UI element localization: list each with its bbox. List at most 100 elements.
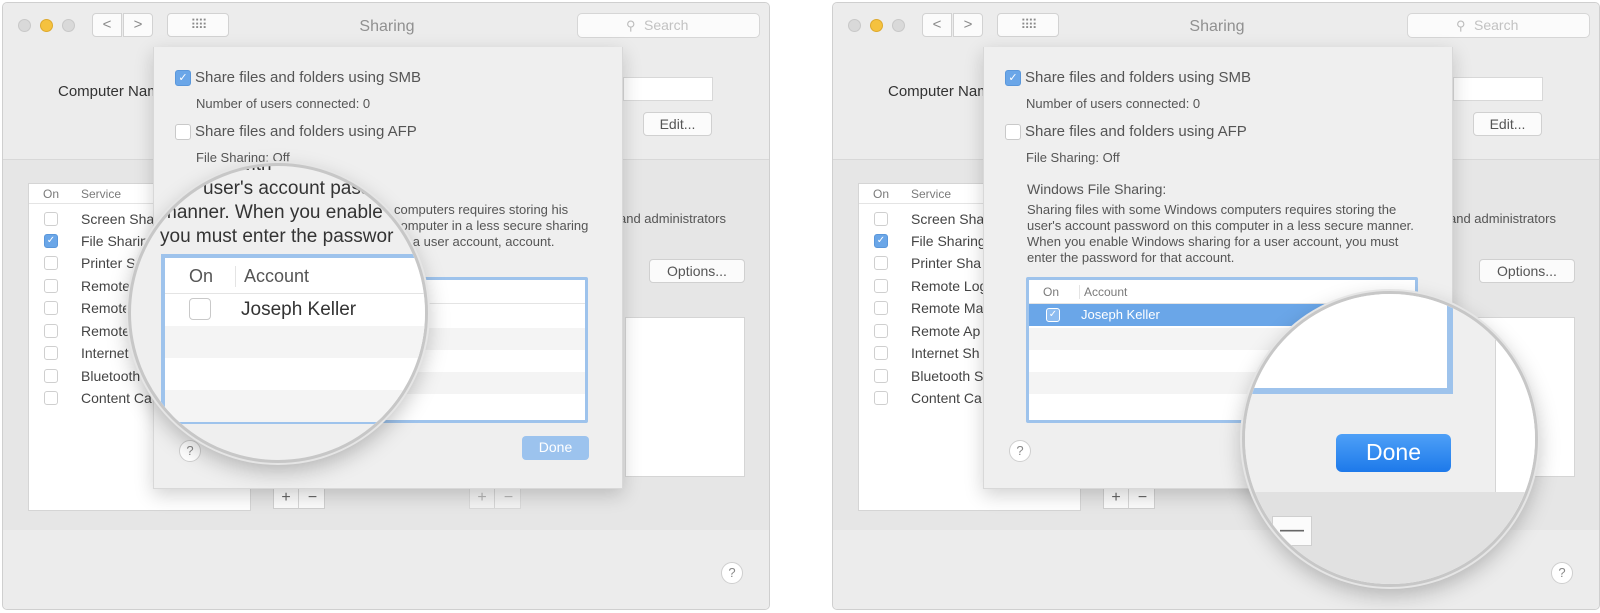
service-checkbox[interactable] (874, 301, 888, 315)
help-button[interactable]: ? (1551, 562, 1573, 584)
add-folder-button[interactable]: + (1104, 488, 1129, 508)
service-checkbox[interactable] (44, 391, 58, 405)
smb-checkbox[interactable]: ✓ (1005, 70, 1021, 86)
account-checkbox[interactable]: ✓ (1046, 308, 1060, 322)
user-add-remove: + − (469, 487, 521, 509)
afp-label: Share files and folders using AFP (1025, 123, 1247, 140)
service-checkbox[interactable] (874, 346, 888, 360)
service-checkbox[interactable] (44, 346, 58, 360)
options-button[interactable]: Options... (1479, 259, 1575, 283)
service-checkbox[interactable] (44, 369, 58, 383)
chevron-left-icon: < (932, 16, 942, 33)
service-checkbox[interactable] (874, 391, 888, 405)
close-window-button[interactable] (18, 19, 31, 32)
service-label: Remote (81, 323, 131, 339)
service-label: File Sharin (81, 233, 148, 249)
column-on: On (1043, 285, 1060, 299)
admin-text: and administrators (1449, 211, 1556, 226)
service-checkbox[interactable] (44, 256, 58, 270)
zoom-table-header: On Account (165, 258, 425, 294)
window-title: Sharing (1189, 18, 1245, 35)
search-icon: ⚲ (1456, 18, 1466, 33)
done-button[interactable]: Done (1336, 434, 1451, 472)
remove-folder-button[interactable]: − (1130, 488, 1155, 508)
afp-checkbox[interactable] (175, 124, 191, 140)
computer-name-field[interactable] (623, 77, 713, 101)
back-button[interactable]: < (92, 13, 122, 37)
service-checkbox[interactable]: ✓ (874, 234, 888, 248)
zoom-account-table: On Account Joseph Keller (161, 254, 425, 424)
afp-checkbox[interactable] (1005, 124, 1021, 140)
edit-button[interactable]: Edit... (1473, 112, 1542, 136)
service-checkbox[interactable] (874, 212, 888, 226)
service-checkbox[interactable] (44, 279, 58, 293)
minimize-window-button[interactable] (40, 19, 53, 32)
search-icon: ⚲ (626, 18, 636, 33)
sheet-help-button[interactable]: ? (179, 440, 201, 462)
search-field[interactable]: ⚲ Search (1407, 13, 1590, 38)
zoom-account-checkbox[interactable] (189, 298, 211, 320)
users-connected-text: Number of users connected: 0 (1026, 96, 1201, 111)
close-window-button[interactable] (848, 19, 861, 32)
computer-name-label: Computer Nam (58, 83, 160, 100)
service-label: Remote Log (911, 278, 988, 294)
service-label: Internet Sh (911, 345, 980, 361)
users-list (625, 317, 745, 477)
computer-name-field[interactable] (1453, 77, 1543, 101)
window-title: Sharing (359, 18, 415, 35)
minimize-window-button[interactable] (870, 19, 883, 32)
zoom-window-button[interactable] (62, 19, 75, 32)
column-service: Service (911, 187, 952, 201)
magnifier-callout: s with user's account pass manner. When … (128, 163, 428, 463)
show-all-button[interactable]: ⠿⠿ (997, 13, 1059, 37)
service-checkbox[interactable]: ✓ (44, 234, 58, 248)
options-button[interactable]: Options... (649, 259, 745, 283)
title-bar: < > ⠿⠿ Sharing ⚲ Search (833, 3, 1599, 47)
grid-icon: ⠿⠿ (1020, 17, 1037, 32)
zoom-window-button[interactable] (892, 19, 905, 32)
service-checkbox[interactable] (44, 324, 58, 338)
service-checkbox[interactable] (874, 256, 888, 270)
smb-checkbox[interactable]: ✓ (175, 70, 191, 86)
help-button[interactable]: ? (721, 562, 743, 584)
add-user-button[interactable]: + (470, 488, 495, 508)
service-label: Internet (81, 345, 129, 361)
file-sharing-status: File Sharing: Off (1026, 150, 1120, 165)
service-label: Remote (81, 278, 131, 294)
sheet-help-button[interactable]: ? (1009, 440, 1031, 462)
title-bar: < > ⠿⠿ Sharing ⚲ Search (3, 3, 769, 47)
back-button[interactable]: < (922, 13, 952, 37)
afp-label: Share files and folders using AFP (195, 123, 417, 140)
edit-button[interactable]: Edit... (643, 112, 712, 136)
chevron-left-icon: < (102, 16, 112, 33)
service-checkbox[interactable] (44, 301, 58, 315)
sharing-window-right: < > ⠿⠿ Sharing ⚲ Search Computer Nam Edi… (832, 2, 1600, 610)
service-label: Printer Sha (911, 255, 982, 271)
smb-label: Share files and folders using SMB (1025, 69, 1251, 86)
zoom-column-on: On (189, 266, 214, 286)
service-label: Bluetooth S (911, 368, 984, 384)
chevron-right-icon: > (963, 16, 973, 33)
service-label: Content Ca (911, 390, 982, 406)
show-all-button[interactable]: ⠿⠿ (167, 13, 229, 37)
add-folder-button[interactable]: + (274, 488, 299, 508)
service-checkbox[interactable] (44, 212, 58, 226)
search-field[interactable]: ⚲ Search (577, 13, 760, 38)
service-label: Remote Ap (911, 323, 981, 339)
chevron-right-icon: > (133, 16, 143, 33)
service-checkbox[interactable] (874, 369, 888, 383)
remove-folder-button[interactable]: − (300, 488, 325, 508)
remove-user-button[interactable]: − (496, 488, 521, 508)
done-button[interactable]: Done (522, 436, 589, 460)
forward-button[interactable]: > (953, 13, 983, 37)
windows-sharing-heading: Windows File Sharing: (1027, 181, 1167, 197)
zoom-text-line: you must enter the passwor (160, 226, 394, 247)
zoom-remove-button[interactable]: — (1272, 516, 1312, 546)
service-checkbox[interactable] (874, 324, 888, 338)
service-label: Remote Ma (911, 300, 984, 316)
magnifier-callout: — Done (1242, 291, 1538, 587)
zoom-account-row[interactable]: Joseph Keller (165, 294, 425, 326)
sharing-window-left: < > ⠿⠿ Sharing ⚲ Search Computer Nam Edi… (2, 2, 770, 610)
forward-button[interactable]: > (123, 13, 153, 37)
service-checkbox[interactable] (874, 279, 888, 293)
